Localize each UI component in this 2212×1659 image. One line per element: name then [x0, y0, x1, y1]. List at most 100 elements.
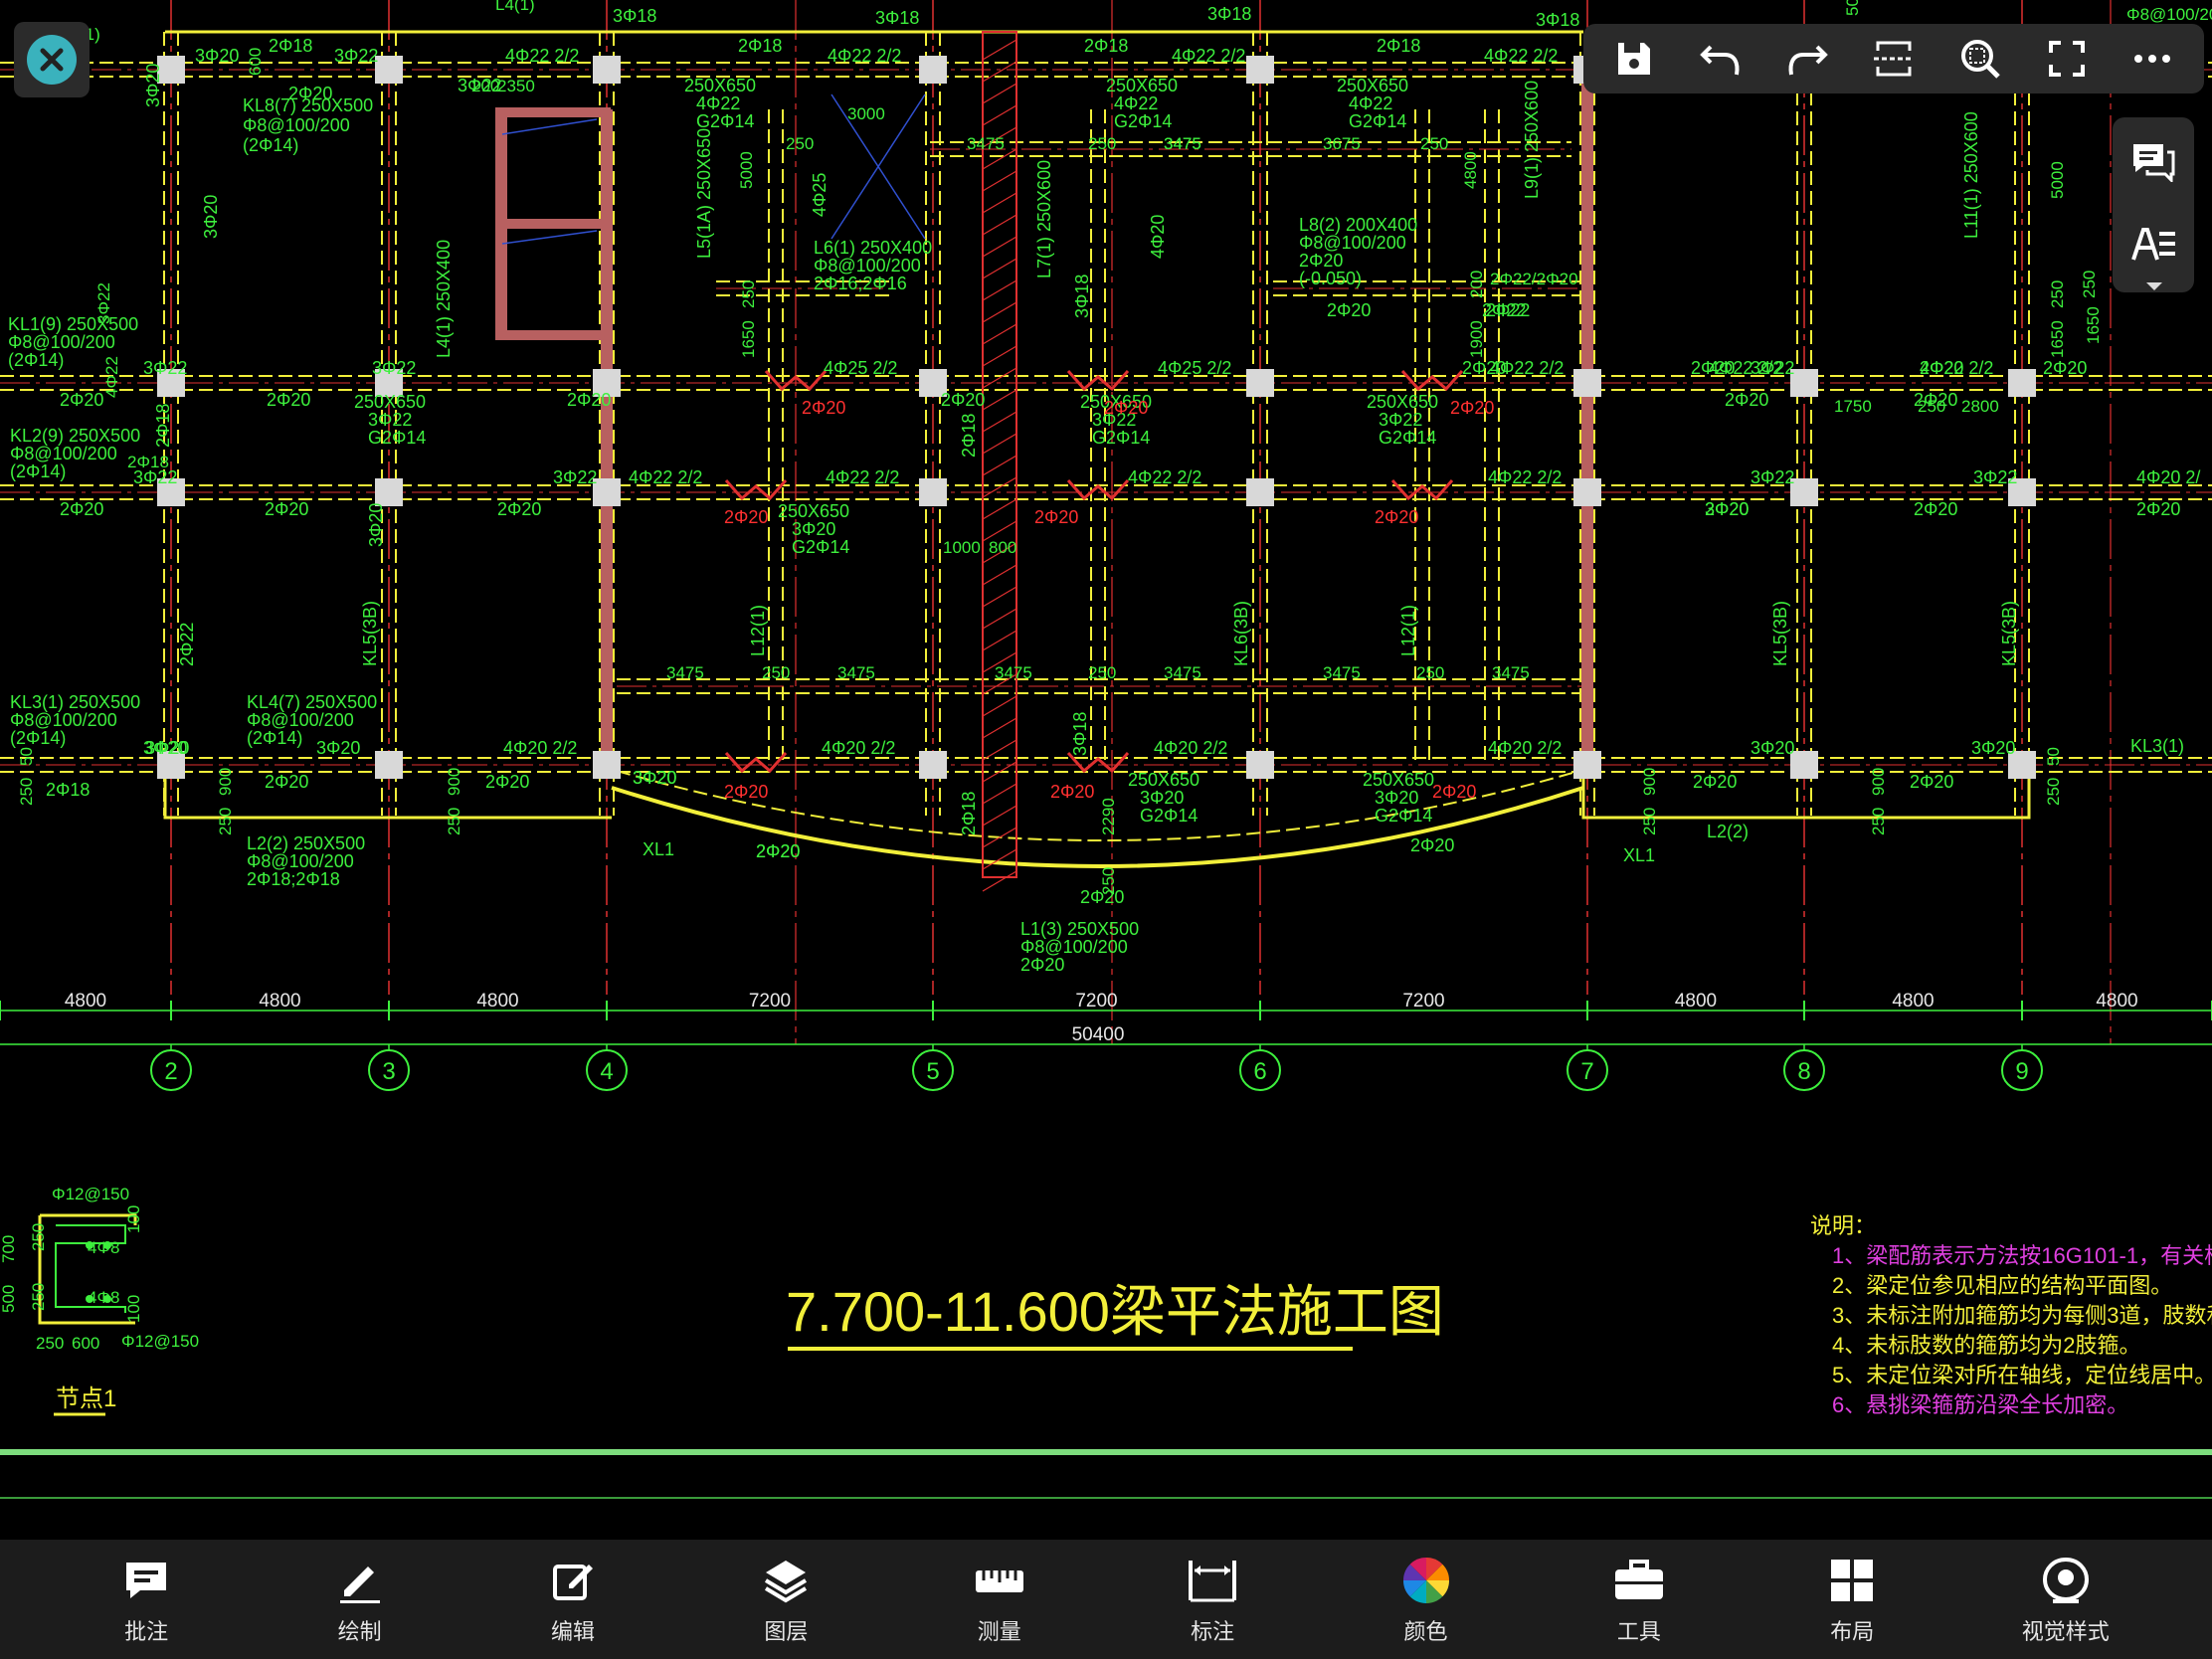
text-style-button[interactable]: [2123, 215, 2183, 275]
column: [1573, 369, 1601, 397]
node-annotation: 100: [124, 1205, 143, 1233]
tool-measure-label: 测量: [977, 1619, 1021, 1644]
axis-label: 6: [1253, 1058, 1266, 1085]
redo-button[interactable]: [1775, 29, 1839, 89]
tool-draw[interactable]: 绘制: [280, 1545, 440, 1654]
beam-label: KL3(1): [2130, 736, 2184, 756]
rebar-label: 3Φ18: [875, 8, 919, 28]
beam-label: 250X650: [684, 76, 756, 95]
tool-color[interactable]: 颜色: [1347, 1545, 1506, 1654]
node-label: 节点1: [56, 1385, 116, 1412]
beam-label: 250X650: [1337, 76, 1408, 95]
rebar-label: 2Φ20: [265, 499, 308, 519]
red-rebar-label: 2Φ20: [1375, 507, 1418, 527]
beam-label: Φ8@100/200: [1020, 937, 1128, 957]
dimension-label: 250: [1640, 808, 1659, 835]
note-3: 3、未标注附加箍筋均为每侧3道，肢数和直径: [1832, 1303, 2212, 1328]
zoom-button[interactable]: [1948, 29, 2012, 89]
dimension-label: 200: [1467, 271, 1486, 298]
bottom-toolbar: 批注 绘制 编辑 图层 测量 标注 颜色 工具 布局 视觉样式: [0, 1540, 2212, 1659]
drawing-title: 7.700-11.600梁平法施工图: [786, 1280, 1444, 1343]
beam-label: KL4(7) 250X500: [247, 692, 377, 712]
beam-label: 3Φ22: [1379, 410, 1422, 430]
beam-label: 250X650: [1106, 76, 1178, 95]
dimension-label: 50: [2044, 747, 2063, 766]
dimension-label: 3475: [967, 134, 1005, 153]
dimension-label: 250: [2048, 280, 2067, 308]
panel-collapse-arrow-icon[interactable]: [2146, 282, 2162, 290]
beam-label: 3Φ20: [792, 519, 835, 539]
beam-label: 4Φ22: [696, 93, 740, 113]
tool-annotate[interactable]: 批注: [67, 1545, 226, 1654]
node-annotation: 100: [124, 1295, 143, 1323]
wall-segment: [495, 219, 611, 229]
vertical-beam-label: 4Φ20: [1148, 215, 1168, 259]
column: [919, 478, 947, 506]
dimension-label: 3675: [1323, 134, 1361, 153]
dimension-label: 4Φ22: [102, 356, 121, 398]
tool-dimension[interactable]: 标注: [1133, 1545, 1292, 1654]
vertical-beam-label: L7(1) 250X600: [1034, 160, 1054, 278]
tool-tools[interactable]: 工具: [1560, 1545, 1719, 1654]
cad-drawing-canvas[interactable]: KL8(7) 250X500Φ8@100/200(2Φ14)KL1(9) 250…: [0, 0, 2212, 1659]
dimension-label: 900: [445, 768, 463, 796]
rebar-label: 3Φ20: [1971, 738, 2015, 758]
bay-dimension: 4800: [259, 991, 300, 1012]
vertical-beam-label: L12(1): [748, 605, 768, 656]
rebar-label: 3Φ18: [1207, 4, 1251, 24]
rebar-label: 2Φ20: [1410, 835, 1454, 855]
vertical-beam-label: KL6(3B): [1231, 601, 1251, 666]
undo-icon: [1700, 45, 1740, 76]
dimension-label: 200: [471, 77, 499, 95]
rebar-label: 4Φ22 2/2: [826, 467, 899, 487]
rebar-label: 3Φ22: [1751, 358, 1794, 378]
fullscreen-button[interactable]: [2035, 29, 2099, 89]
vertical-beam-label: 2Φ18: [153, 404, 173, 448]
save-button[interactable]: [1602, 29, 1666, 89]
axis-label: 2: [164, 1058, 177, 1085]
beam-label: Φ8@100/200: [1299, 233, 1406, 253]
node-annotation: 250: [36, 1334, 64, 1353]
beam-label: L8(2) 200X400: [1299, 215, 1417, 235]
close-button[interactable]: [14, 22, 90, 97]
rebar-label: 4Φ22 2/2: [1484, 46, 1558, 66]
vertical-beam-label: KL5(3B): [1999, 601, 2019, 666]
beam-label: L2(2) 250X500: [247, 833, 365, 853]
red-rebar-label: 2Φ20: [1450, 398, 1494, 418]
bay-dimension: 7200: [1402, 991, 1444, 1012]
vertical-beam-label: L12(1): [1398, 605, 1418, 656]
rebar-label: 3Φ20: [195, 46, 239, 66]
beam-label: G2Φ14: [1349, 111, 1406, 131]
dimension-label: 250: [2044, 778, 2063, 806]
vertical-beam-label: 3Φ20: [143, 64, 163, 107]
tool-dimension-label: 标注: [1191, 1619, 1235, 1644]
more-button[interactable]: [2120, 29, 2184, 89]
dimension-label: 250: [1416, 663, 1444, 682]
dimension-label: 250: [739, 280, 758, 308]
fit-width-button[interactable]: [1862, 29, 1926, 89]
dimension-label: 2350: [497, 77, 535, 95]
comments-button[interactable]: [2123, 131, 2183, 191]
tool-measure[interactable]: 测量: [920, 1545, 1079, 1654]
rebar-label: 4Φ25 2/2: [824, 358, 897, 378]
dimension-label: 250: [1099, 867, 1118, 895]
rebar-label: 3Φ20: [143, 738, 187, 758]
rebar-label: 2Φ20: [1914, 499, 1957, 519]
column: [1573, 751, 1601, 779]
tool-visual-style[interactable]: 视觉样式: [1986, 1545, 2145, 1654]
tool-edit[interactable]: 编辑: [493, 1545, 652, 1654]
column: [919, 751, 947, 779]
comments-icon: [2133, 144, 2175, 182]
tool-layers[interactable]: 图层: [706, 1545, 865, 1654]
save-icon: [1618, 43, 1651, 75]
beam-label: 3Φ20: [1140, 788, 1184, 808]
tool-layers-label: 图层: [764, 1619, 809, 1644]
undo-button[interactable]: [1689, 29, 1752, 89]
vertical-beam-label: L9(1) 250X600: [1522, 81, 1542, 199]
fullscreen-icon: [2048, 41, 2085, 77]
beam-label: XL1: [1623, 845, 1655, 865]
vertical-beam-label: 3Φ18: [1070, 712, 1090, 756]
beam-label: Φ8@100/200: [243, 115, 350, 135]
tool-layout[interactable]: 布局: [1772, 1545, 1932, 1654]
beam-label: L6(1) 250X400: [814, 238, 932, 258]
